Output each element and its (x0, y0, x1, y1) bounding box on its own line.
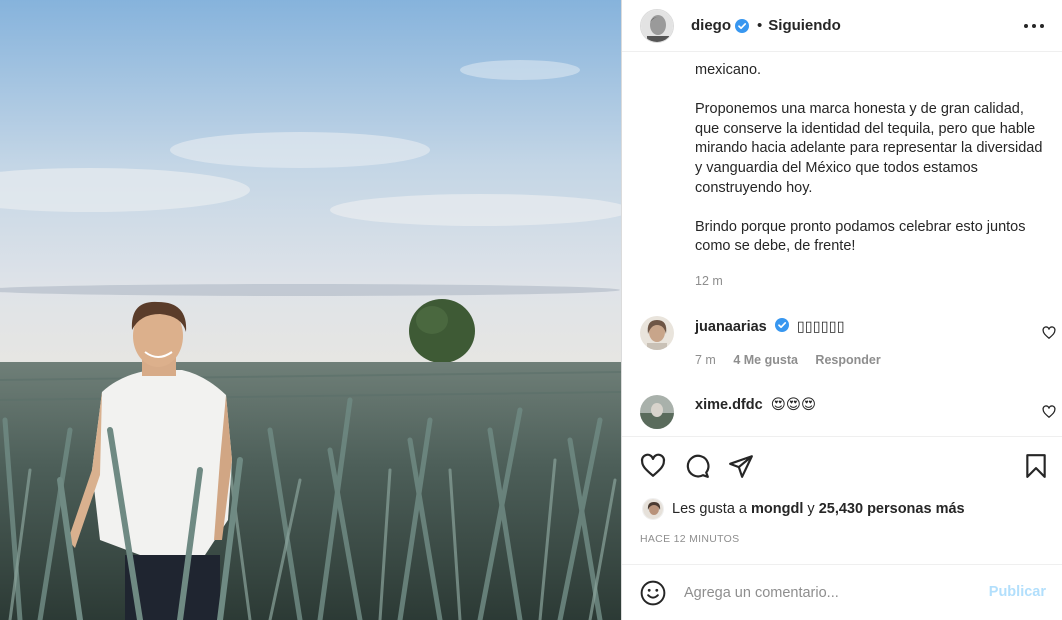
share-icon[interactable] (728, 453, 754, 479)
caption-paragraph: Proponemos una marca honesta y de gran c… (695, 101, 1043, 196)
comment-line: xime.dfdc 😍😍😍 (695, 397, 816, 413)
comment-like-count[interactable]: 4 Me gusta (733, 353, 798, 367)
commenter-avatar[interactable] (640, 395, 674, 429)
separator-dot: • (757, 17, 763, 34)
bookmark-icon[interactable] (1023, 453, 1049, 479)
emoji-icon[interactable] (640, 580, 666, 606)
reply-button[interactable]: Responder (815, 353, 880, 367)
agave-field-photo (0, 0, 621, 620)
post-photo[interactable] (0, 0, 621, 620)
commenter-username[interactable]: xime.dfdc (695, 397, 763, 413)
verified-badge-icon (735, 18, 749, 33)
comment-like-heart-icon[interactable] (1042, 326, 1056, 340)
caption-paragraph: mexicano. (695, 62, 762, 78)
comment-text: 😍😍😍 (770, 397, 817, 413)
comment-meta: 7 m 4 Me gusta Responder (695, 353, 895, 367)
author-avatar[interactable] (640, 8, 674, 43)
author-username[interactable]: diego (691, 17, 731, 34)
comment-time[interactable]: 7 m (695, 353, 716, 367)
liker-avatar[interactable] (642, 498, 664, 520)
likes-prefix: Les gusta a (672, 501, 747, 517)
more-options-icon[interactable] (1024, 16, 1044, 36)
liker-username[interactable]: mongdl (751, 501, 803, 517)
comment-line: juanaarias ▯▯▯▯▯▯ (695, 318, 845, 335)
post-details-panel: diego • Siguiendo mexicano. Proponemos u… (621, 0, 1062, 620)
likes-count[interactable]: 25,430 personas más (819, 501, 965, 517)
likes-middle: y (807, 501, 815, 517)
commenter-username[interactable]: juanaarias (695, 319, 767, 335)
comment-icon[interactable] (684, 453, 710, 479)
verified-badge-icon (774, 318, 789, 332)
comment-like-heart-icon[interactable] (1042, 405, 1056, 419)
heart-icon[interactable] (640, 453, 666, 479)
likes-summary: Les gusta a mongdl y 25,430 personas más (642, 498, 965, 520)
post-timestamp[interactable]: HACE 12 MINUTOS (640, 533, 739, 545)
commenter-avatar[interactable] (640, 316, 674, 350)
comment-text: ▯▯▯▯▯▯ (796, 319, 845, 335)
comment-composer: Publicar (622, 564, 1062, 620)
comment-input[interactable] (684, 579, 974, 607)
post-actions-bar (622, 436, 1062, 496)
caption-timestamp[interactable]: 12 m (695, 274, 723, 288)
following-button[interactable]: Siguiendo (768, 17, 841, 34)
caption-paragraph: Brindo porque pronto podamos celebrar es… (695, 218, 1026, 255)
post-caption: mexicano. Proponemos una marca honesta y… (695, 61, 1051, 277)
post-header: diego • Siguiendo (622, 0, 1062, 52)
publish-button[interactable]: Publicar (989, 584, 1046, 600)
